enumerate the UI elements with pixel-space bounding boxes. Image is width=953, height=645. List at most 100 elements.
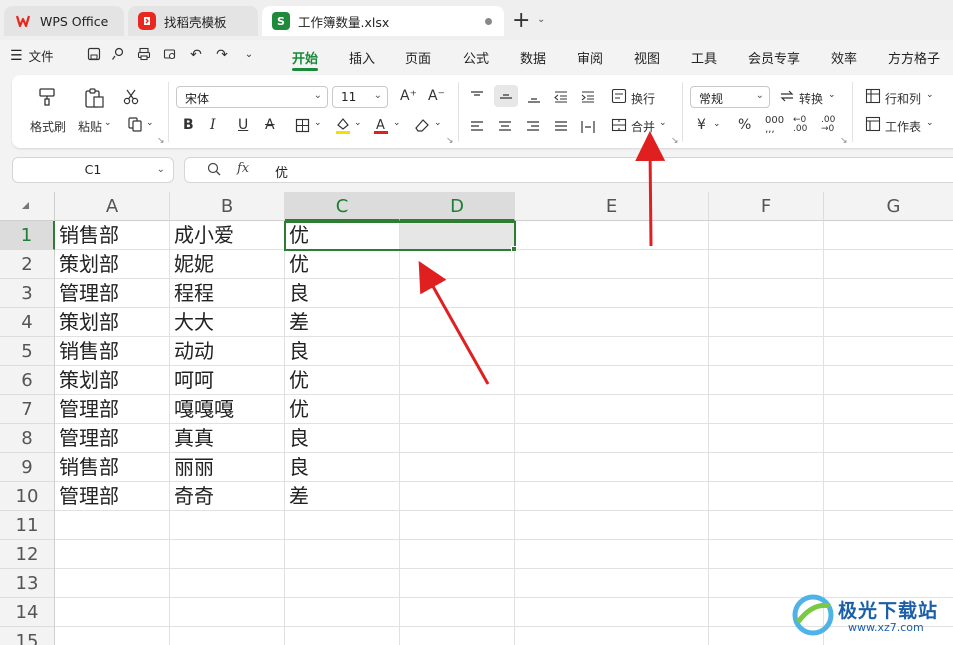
- format-painter-label[interactable]: 格式刷: [30, 118, 66, 135]
- formula-value[interactable]: 优: [275, 162, 288, 181]
- cell-c7[interactable]: 优: [285, 395, 400, 424]
- copy-icon[interactable]: [124, 116, 146, 136]
- clear-format-icon[interactable]: [413, 116, 431, 138]
- cell-g1[interactable]: [824, 221, 953, 250]
- font-color-icon[interactable]: A: [372, 116, 390, 138]
- cell-b8[interactable]: 真真: [170, 424, 285, 453]
- cell-g9[interactable]: [824, 453, 953, 482]
- align-top-icon[interactable]: [469, 89, 485, 108]
- italic-button[interactable]: I: [210, 117, 216, 133]
- align-center-icon[interactable]: [497, 119, 513, 138]
- cell-a7[interactable]: 管理部: [55, 395, 170, 424]
- cell-f3[interactable]: [709, 279, 824, 308]
- close-tab-icon[interactable]: [485, 18, 492, 25]
- cell-e13[interactable]: [515, 569, 709, 598]
- clipboard-launcher-icon[interactable]: ↘: [157, 136, 165, 146]
- cell-e7[interactable]: [515, 395, 709, 424]
- cell-f1[interactable]: [709, 221, 824, 250]
- cell-f5[interactable]: [709, 337, 824, 366]
- name-box[interactable]: C1 ⌄: [12, 157, 174, 183]
- cell-c5[interactable]: 良: [285, 337, 400, 366]
- cell-g7[interactable]: [824, 395, 953, 424]
- font-name-select[interactable]: 宋体 ⌄: [176, 86, 328, 108]
- cut-icon[interactable]: [122, 88, 140, 110]
- cell-d4[interactable]: [400, 308, 515, 337]
- cell-d3[interactable]: [400, 279, 515, 308]
- increase-indent-icon[interactable]: [580, 89, 596, 108]
- thousands-separator-icon[interactable]: 000 ‚‚‚: [765, 116, 784, 135]
- worksheet-icon[interactable]: [864, 116, 882, 136]
- row-header-1[interactable]: 1: [0, 221, 55, 250]
- cell-g11[interactable]: [824, 511, 953, 540]
- tab-view[interactable]: 视图: [634, 48, 660, 67]
- decrease-indent-icon[interactable]: [553, 89, 569, 108]
- tab-review[interactable]: 审阅: [577, 48, 603, 67]
- cell-c13[interactable]: [285, 569, 400, 598]
- increase-decimal-icon[interactable]: ←0.00: [793, 116, 807, 134]
- tab-docer-templates[interactable]: 找稻壳模板: [128, 6, 258, 36]
- cell-b14[interactable]: [170, 598, 285, 627]
- cell-f9[interactable]: [709, 453, 824, 482]
- cell-c9[interactable]: 良: [285, 453, 400, 482]
- new-tab-icon[interactable]: +: [512, 8, 530, 33]
- fill-color-icon[interactable]: [334, 116, 352, 138]
- cell-d12[interactable]: [400, 540, 515, 569]
- cell-a4[interactable]: 策划部: [55, 308, 170, 337]
- cell-b4[interactable]: 大大: [170, 308, 285, 337]
- column-header-e[interactable]: E: [515, 192, 709, 221]
- underline-button[interactable]: U: [238, 117, 248, 133]
- cell-d8[interactable]: [400, 424, 515, 453]
- wrap-text-button[interactable]: 换行: [631, 90, 655, 107]
- convert-icon[interactable]: [778, 88, 796, 108]
- paste-dropdown-icon[interactable]: ⌄: [104, 118, 112, 128]
- align-middle-icon[interactable]: [494, 85, 518, 107]
- tab-page[interactable]: 页面: [405, 48, 431, 67]
- select-all-button[interactable]: [0, 192, 55, 221]
- worksheet-dropdown-icon[interactable]: ⌄: [926, 118, 934, 128]
- column-header-f[interactable]: F: [709, 192, 824, 221]
- cell-g2[interactable]: [824, 250, 953, 279]
- cell-d6[interactable]: [400, 366, 515, 395]
- cell-a2[interactable]: 策划部: [55, 250, 170, 279]
- share-icon[interactable]: [110, 47, 126, 63]
- cell-c4[interactable]: 差: [285, 308, 400, 337]
- bold-button[interactable]: B: [183, 117, 194, 133]
- number-launcher-icon[interactable]: ↘: [840, 136, 848, 146]
- function-icon[interactable]: fx: [237, 161, 249, 176]
- undo-icon[interactable]: ↶: [188, 47, 204, 63]
- cell-a15[interactable]: [55, 627, 170, 645]
- redo-icon[interactable]: ↷: [214, 47, 230, 63]
- cell-e3[interactable]: [515, 279, 709, 308]
- row-header-5[interactable]: 5: [0, 337, 55, 366]
- cell-b9[interactable]: 丽丽: [170, 453, 285, 482]
- cell-a3[interactable]: 管理部: [55, 279, 170, 308]
- row-header-8[interactable]: 8: [0, 424, 55, 453]
- cell-b3[interactable]: 程程: [170, 279, 285, 308]
- cell-d7[interactable]: [400, 395, 515, 424]
- tab-tools[interactable]: 工具: [691, 48, 717, 67]
- tab-formula[interactable]: 公式: [463, 48, 489, 67]
- row-header-9[interactable]: 9: [0, 453, 55, 482]
- rows-columns-dropdown-icon[interactable]: ⌄: [926, 90, 934, 100]
- tab-wps-office[interactable]: WPS Office: [4, 6, 124, 36]
- border-dropdown-icon[interactable]: ⌄: [314, 118, 322, 128]
- border-icon[interactable]: [294, 118, 310, 137]
- row-header-14[interactable]: 14: [0, 598, 55, 627]
- font-launcher-icon[interactable]: ↘: [446, 136, 454, 146]
- cell-e4[interactable]: [515, 308, 709, 337]
- formula-bar[interactable]: fx 优: [184, 157, 953, 183]
- cell-b10[interactable]: 奇奇: [170, 482, 285, 511]
- percent-button[interactable]: %: [738, 117, 751, 133]
- fill-handle[interactable]: [511, 246, 517, 252]
- cell-d5[interactable]: [400, 337, 515, 366]
- align-bottom-icon[interactable]: [526, 89, 542, 108]
- align-right-icon[interactable]: [525, 119, 541, 138]
- cell-e8[interactable]: [515, 424, 709, 453]
- cell-c1[interactable]: 优: [285, 221, 400, 250]
- tab-insert[interactable]: 插入: [349, 48, 375, 67]
- cell-g5[interactable]: [824, 337, 953, 366]
- paste-icon[interactable]: [82, 86, 106, 114]
- cell-f10[interactable]: [709, 482, 824, 511]
- column-header-a[interactable]: A: [55, 192, 170, 221]
- merge-cells-button[interactable]: 合并: [631, 118, 655, 135]
